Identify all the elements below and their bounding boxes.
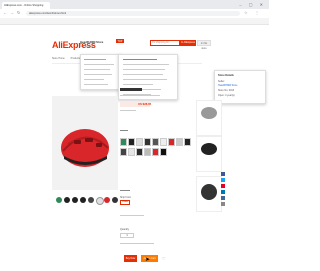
vk-icon[interactable] [221, 196, 225, 200]
facebook-icon[interactable] [221, 172, 225, 176]
window-controls[interactable]: – ▢ ✕ [239, 2, 266, 7]
share-icon[interactable] [221, 202, 225, 206]
buy-now-button[interactable]: Buy Now [124, 255, 137, 262]
store-nav-item[interactable]: Products [71, 57, 80, 60]
back-icon[interactable]: ← [3, 10, 7, 15]
color-option[interactable] [152, 138, 159, 146]
total-price [120, 243, 154, 245]
helmet-thumb [201, 107, 217, 119]
color-option[interactable] [160, 138, 167, 146]
ship-label [120, 190, 130, 192]
store-nav-item[interactable]: Store Home [52, 57, 65, 60]
ship-option[interactable]: China [120, 200, 130, 205]
store-name[interactable]: HeadFHNDI Store [80, 40, 103, 44]
store-popup[interactable] [118, 54, 178, 100]
thumbnail[interactable] [104, 197, 110, 203]
thumbnail[interactable] [96, 197, 104, 205]
color-option[interactable] [144, 148, 151, 156]
recommended-product[interactable] [196, 176, 222, 212]
seller-popup-title: Store Details [218, 74, 234, 77]
browser-tab-bar: AliExpress.com - Online Shopping – ▢ ✕ [0, 0, 269, 9]
thumbnail[interactable] [88, 197, 94, 203]
seller-info-line: Store No. 2013 [218, 89, 235, 92]
thumbnail[interactable] [80, 197, 86, 203]
top-strip [0, 18, 269, 25]
seller-label: Seller: [218, 80, 225, 83]
color-option[interactable] [128, 138, 135, 146]
category-dropdown[interactable] [80, 54, 122, 90]
ship-from-label: Ship From [120, 196, 132, 199]
search-input[interactable]: I'm shopping for... [150, 40, 180, 46]
shipping-info [120, 215, 144, 217]
forward-icon[interactable]: → [10, 10, 14, 15]
color-option[interactable] [160, 148, 167, 156]
pinterest-icon[interactable] [221, 184, 225, 188]
thumbnail[interactable] [112, 197, 118, 203]
price: US $28.65 [138, 102, 152, 106]
color-option[interactable] [144, 138, 151, 146]
helmet-thumb [201, 143, 217, 155]
seller-link[interactable]: HeadFHNDI Store [218, 84, 237, 87]
browser-tab[interactable]: AliExpress.com - Online Shopping [2, 2, 50, 9]
seller-popup: Store Details Seller: HeadFHNDI Store St… [214, 70, 266, 104]
color-option[interactable] [136, 138, 143, 146]
quantity-stepper[interactable]: 1 [120, 233, 134, 238]
color-option[interactable] [184, 138, 191, 146]
heart-icon[interactable]: ♡ [162, 256, 166, 261]
cursor-icon: ➤ [145, 257, 151, 263]
quantity-label: Quantity [120, 228, 129, 231]
color-option[interactable] [168, 138, 175, 146]
search-aliexpress-button[interactable]: In AliExpress [180, 40, 196, 46]
url-field[interactable]: aliexpress.com/item/helmet.html [26, 11, 240, 16]
menu-icon[interactable]: ⋮ [255, 10, 259, 15]
helmet-thumb [201, 184, 217, 200]
color-option[interactable] [120, 148, 127, 156]
color-label [120, 130, 128, 132]
thumbnail[interactable] [64, 197, 70, 203]
product-main-image[interactable] [52, 96, 118, 190]
thumbnail[interactable] [56, 197, 62, 203]
reload-icon[interactable]: ↻ [17, 10, 20, 15]
color-option[interactable] [152, 148, 159, 156]
color-option[interactable] [120, 138, 127, 146]
discount-line [120, 110, 136, 112]
product-rating [120, 95, 160, 97]
star-icon[interactable]: ☆ [244, 10, 248, 15]
product-title [120, 88, 142, 91]
recommended-product[interactable] [196, 100, 222, 136]
twitter-icon[interactable] [221, 178, 225, 182]
color-option[interactable] [128, 148, 135, 156]
color-option[interactable] [136, 148, 143, 156]
thumbnail[interactable] [72, 197, 78, 203]
recommended-product[interactable] [196, 136, 222, 172]
linkedin-icon[interactable] [221, 190, 225, 194]
color-option[interactable] [176, 138, 183, 146]
helmet-image [61, 129, 109, 167]
store-badge: TOP [116, 39, 124, 43]
search-store-button[interactable]: In this store [197, 40, 211, 50]
store-follow-link[interactable]: Add to Store [80, 45, 93, 48]
seller-info-line: Open: 4 year(s) [218, 94, 235, 97]
